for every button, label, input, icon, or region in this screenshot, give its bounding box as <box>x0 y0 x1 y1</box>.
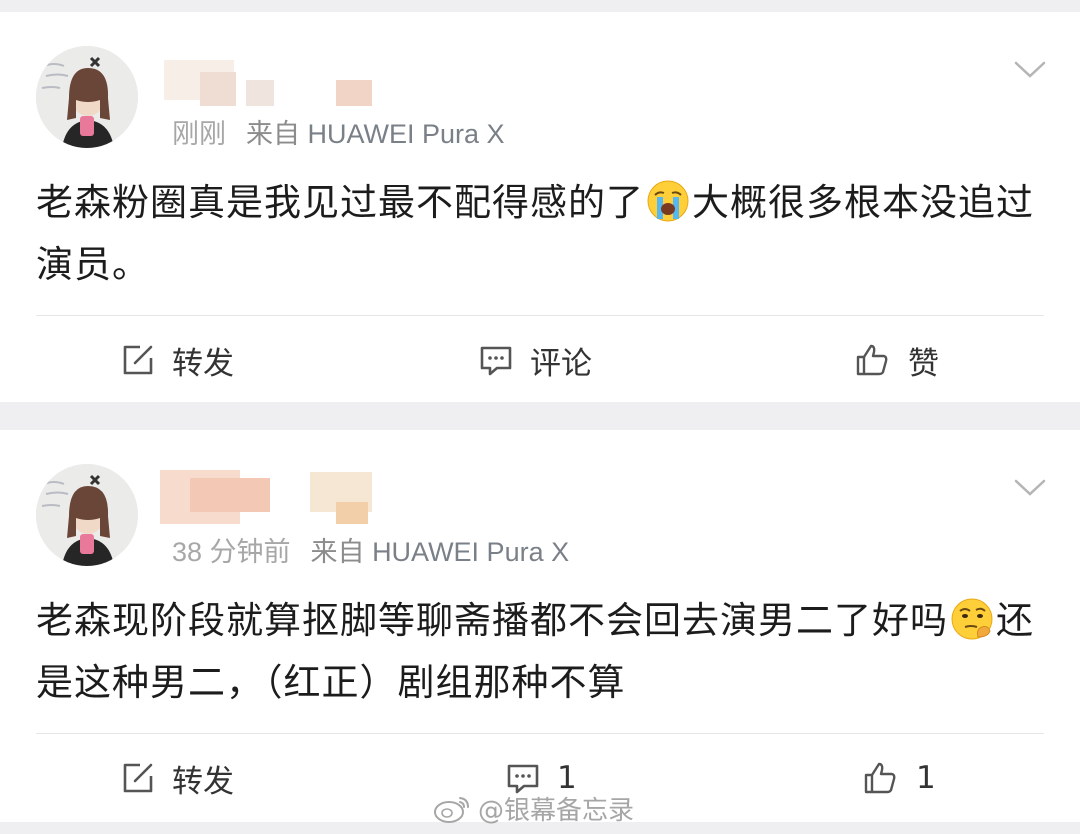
repost-label: 转发 <box>172 345 234 382</box>
like-count: 1 <box>916 760 936 796</box>
divider <box>36 733 1044 734</box>
weibo-logo-icon <box>434 796 469 823</box>
repost-icon <box>123 763 153 793</box>
post-time: 38 分钟前 <box>172 537 291 567</box>
comment-card: 刚刚 来自 HUAWEI Pura X 老森粉圈真是我见过最不配得感的了 大概很多… <box>0 12 1080 402</box>
user-avatar[interactable] <box>36 464 138 566</box>
thumbs-up-icon <box>864 762 896 794</box>
username-obscured <box>160 468 380 524</box>
repost-button[interactable]: 转发 <box>120 748 234 808</box>
repost-button[interactable]: 转发 <box>120 330 234 390</box>
comment-icon <box>480 346 512 376</box>
post-device: HUAWEI Pura X <box>372 537 570 567</box>
username-obscured <box>160 50 380 106</box>
comment-card: 38 分钟前 来自 HUAWEI Pura X 老森现阶段就算抠脚等聊斋播都不会回… <box>0 430 1080 822</box>
action-bar: 转发 评论 赞 <box>0 330 1080 390</box>
like-label: 赞 <box>908 345 939 382</box>
repost-icon <box>123 345 153 375</box>
post-via: 来自 <box>310 537 365 567</box>
thumbs-up-icon <box>856 344 888 376</box>
post-text: 老森现阶段就算抠脚等聊斋播都不会回去演男二了好吗 还是这种男二，（红正）剧组那种… <box>36 590 1046 714</box>
chevron-down-icon[interactable] <box>1014 478 1046 498</box>
thinking-face-icon <box>951 598 993 640</box>
post-meta: 刚刚 来自 HUAWEI Pura X <box>172 112 505 151</box>
crying-face-icon <box>647 180 689 222</box>
post-device: HUAWEI Pura X <box>307 119 505 149</box>
watermark: @银幕备忘录 <box>432 790 634 827</box>
post-text-part: 老森现阶段就算抠脚等聊斋播都不会回去演男二了好吗 <box>36 599 948 642</box>
like-button[interactable]: 赞 <box>854 330 939 390</box>
user-avatar[interactable] <box>36 46 138 148</box>
like-button[interactable]: 1 <box>862 748 936 808</box>
post-meta: 38 分钟前 来自 HUAWEI Pura X <box>172 530 569 569</box>
chevron-down-icon[interactable] <box>1014 60 1046 80</box>
post-time: 刚刚 <box>172 119 226 149</box>
watermark-text: @银幕备忘录 <box>478 796 635 826</box>
divider <box>36 315 1044 316</box>
post-via: 来自 <box>246 119 300 149</box>
post-text-part: 老森粉圈真是我见过最不配得感的了 <box>36 181 644 224</box>
post-text: 老森粉圈真是我见过最不配得感的了 大概很多根本没追过演员。 <box>36 172 1046 296</box>
repost-label: 转发 <box>172 763 234 800</box>
comment-button[interactable]: 评论 <box>478 330 592 390</box>
comment-label: 评论 <box>530 345 592 382</box>
